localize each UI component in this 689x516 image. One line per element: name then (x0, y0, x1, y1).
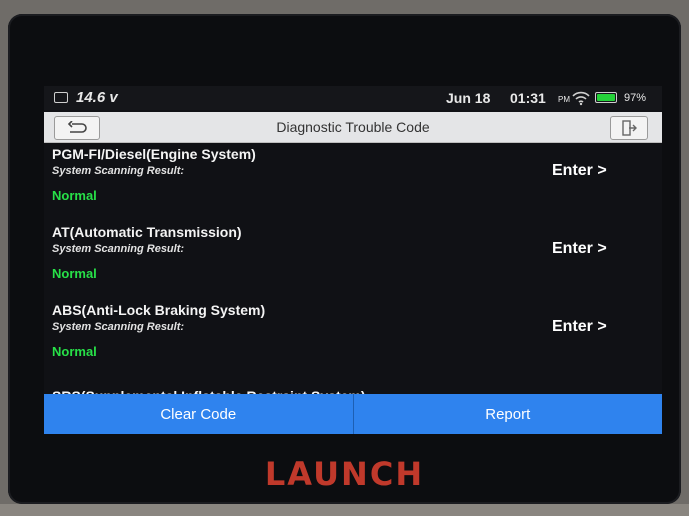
page-title: Diagnostic Trouble Code (276, 119, 430, 135)
scan-result-label: System Scanning Result: (52, 321, 185, 333)
status-date: Jun 18 (446, 90, 491, 106)
launch-logo: LAUNCH (264, 455, 425, 493)
list-item[interactable]: ABS(Anti-Lock Braking System) System Sca… (44, 300, 662, 378)
scan-status: Normal (52, 344, 97, 359)
status-bar: 14.6 v Jun 18 01:31 PM 97% (44, 86, 662, 110)
scan-status: Normal (52, 266, 97, 281)
exit-icon (622, 120, 637, 136)
list-item[interactable]: AT(Automatic Transmission) System Scanni… (44, 222, 662, 300)
list-item[interactable]: PGM-FI/Diesel(Engine System) System Scan… (44, 144, 662, 222)
report-button[interactable]: Report (354, 394, 663, 434)
battery-icon (595, 92, 617, 103)
system-name: ABS(Anti-Lock Braking System) (52, 302, 266, 318)
scan-result-label: System Scanning Result: (52, 165, 185, 177)
device-screen: 14.6 v Jun 18 01:31 PM 97% Diagnostic Tr… (44, 86, 662, 434)
battery-voltage-icon (54, 92, 68, 103)
system-name: PGM-FI/Diesel(Engine System) (52, 146, 256, 162)
status-time: 01:31 (510, 90, 546, 106)
title-bar: Diagnostic Trouble Code (44, 112, 662, 143)
enter-button[interactable]: Enter > (552, 240, 607, 258)
scan-status: Normal (52, 188, 97, 203)
voltage-readout: 14.6 v (76, 89, 118, 106)
surface (0, 504, 689, 516)
enter-button[interactable]: Enter > (552, 162, 607, 180)
status-ampm: PM (558, 95, 570, 104)
enter-button[interactable]: Enter > (552, 318, 607, 336)
action-bar: Clear Code Report (44, 394, 662, 434)
system-name: AT(Automatic Transmission) (52, 224, 242, 240)
exit-button[interactable] (610, 116, 648, 140)
wifi-icon (572, 91, 590, 106)
system-list: PGM-FI/Diesel(Engine System) System Scan… (44, 144, 662, 394)
clear-code-button[interactable]: Clear Code (44, 394, 353, 434)
battery-percent: 97% (624, 92, 647, 104)
scan-result-label: System Scanning Result: (52, 243, 185, 255)
